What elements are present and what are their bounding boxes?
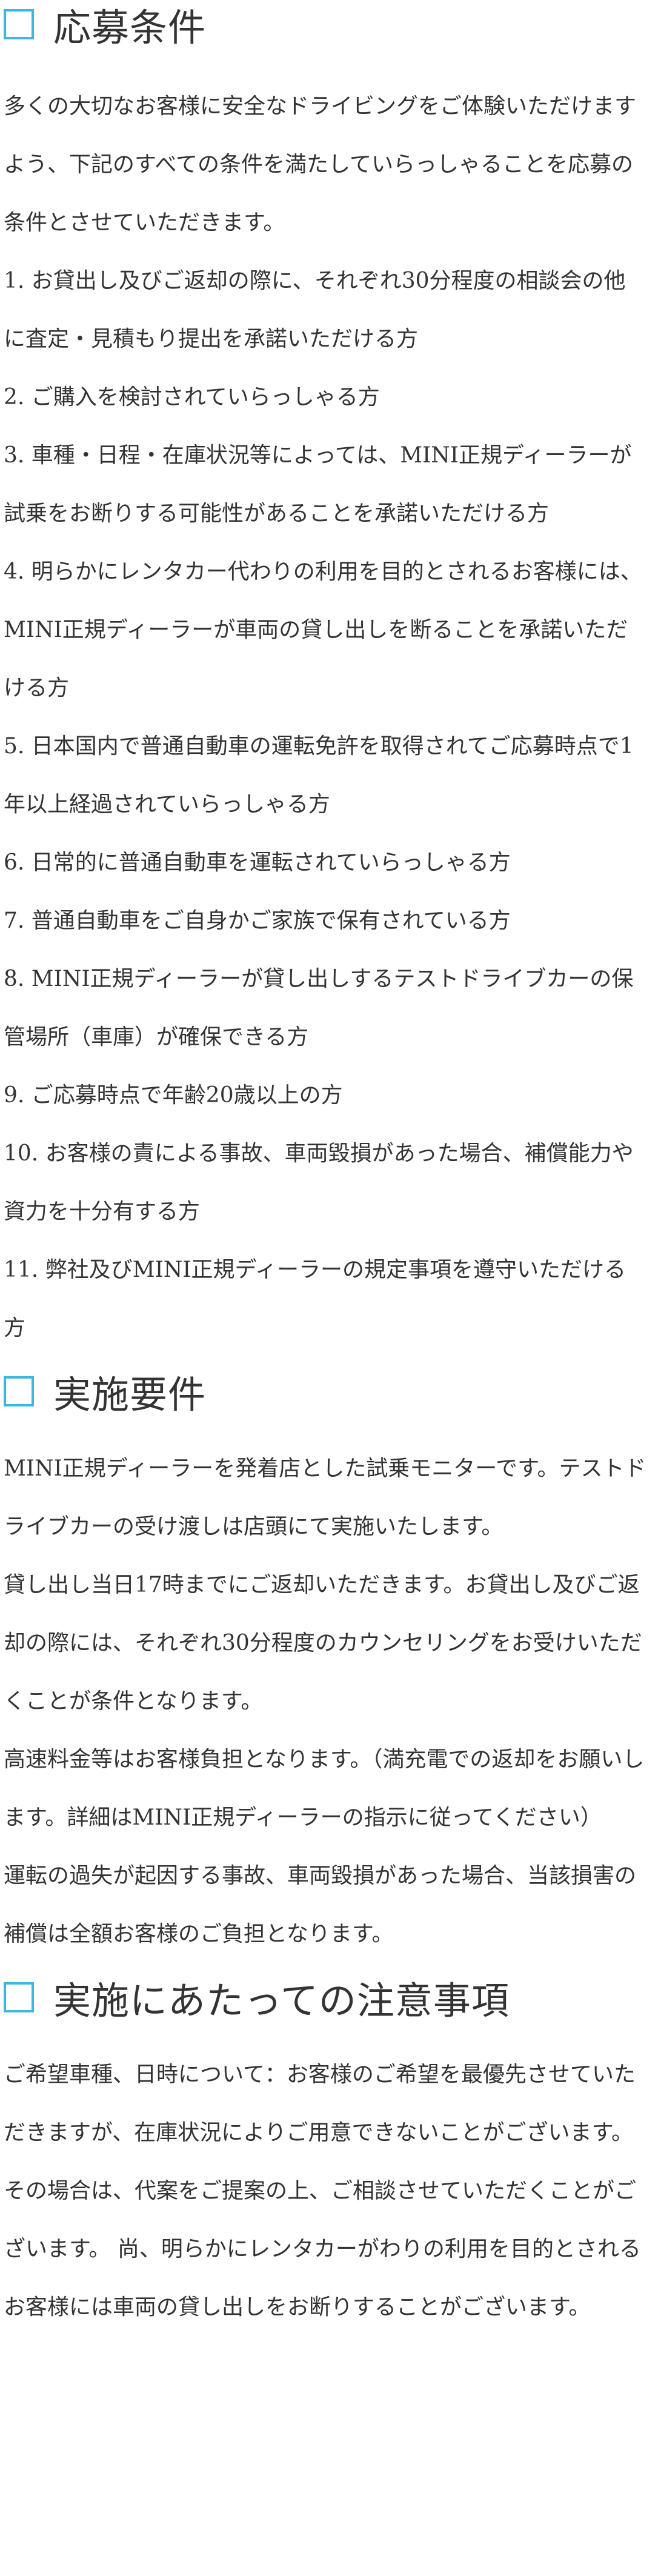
list-item: 7. 普通自動車をご自身かご家族で保有されている方	[4, 908, 511, 933]
heading-text: 実施要件	[53, 1373, 207, 1417]
heading-text: 実施にあたっての注意事項	[53, 1979, 510, 2023]
body-paragraph: 運転の過失が起因する事故、車両毀損があった場合、当該損害の補償は全額お客様のご負…	[4, 1863, 637, 1946]
requirements-body: MINI正規ディーラーを発着店とした試乗モニターです。テストドライブカーの受け渡…	[4, 1440, 647, 1963]
list-item: 9. ご応募時点で年齢20歳以上の方	[4, 1083, 343, 1108]
page: 応募条件 多くの大切なお客様に安全なドライビングをご体験いただけますよう、下記の…	[0, 0, 658, 2337]
body-paragraph: その場合は、代案をご提案の上、ご相談させていただくことがございます。 尚、明らか…	[4, 2178, 641, 2320]
list-item: 4. 明らかにレンタカー代わりの利用を目的とされるお客様には、MINI正規ディー…	[4, 559, 642, 701]
body-paragraph: 貸し出し当日17時までにご返却いただきます。お貸出し及びご返却の際には、それぞれ…	[4, 1573, 642, 1714]
list-item: 1. お貸出し及びご返却の際に、それぞれ30分程度の相談会の他に査定・見積もり提…	[4, 268, 626, 351]
body-paragraph: 高速料金等はお客様負担となります。（満充電での返却をお願いします。詳細はMINI…	[4, 1747, 645, 1830]
intro-paragraph: 多くの大切なお客様に安全なドライビングをご体験いただけますよう、下記のすべての条…	[4, 94, 637, 235]
heading-text: 応募条件	[53, 5, 207, 50]
section-heading-precautions: 実施にあたっての注意事項	[4, 1963, 647, 2031]
list-item: 6. 日常的に普通自動車を運転されていらっしゃる方	[4, 850, 511, 875]
list-item: 2. ご購入を検討されていらっしゃる方	[4, 385, 380, 410]
square-outline-icon	[4, 9, 34, 39]
list-item: 3. 車種・日程・在庫状況等によっては、MINI正規ディーラーが試乗をお断りする…	[4, 443, 632, 526]
list-item: 5. 日本国内で普通自動車の運転免許を取得されてご応募時点で1年以上経過されてい…	[4, 734, 634, 817]
section-heading-implementation-requirements: 実施要件	[4, 1357, 647, 1425]
list-item: 11. 弊社及びMINI正規ディーラーの規定事項を遵守いただける方	[4, 1257, 626, 1340]
square-outline-icon	[4, 1982, 34, 2012]
conditions-list: 1. お貸出し及びご返却の際に、それぞれ30分程度の相談会の他に査定・見積もり提…	[4, 252, 647, 1357]
body-paragraph: ご希望車種、日時について：お客様のご希望を最優先させていただきますが、在庫状況に…	[4, 2062, 636, 2145]
list-item: 8. MINI正規ディーラーが貸し出しするテストドライブカーの保管場所（車庫）が…	[4, 967, 634, 1050]
list-item: 10. お客様の責による事故、車両毀損があった場合、補償能力や資力を十分有する方	[4, 1141, 634, 1224]
square-outline-icon	[4, 1376, 34, 1406]
body-paragraph: MINI正規ディーラーを発着店とした試乗モニターです。テストドライブカーの受け渡…	[4, 1456, 646, 1539]
precautions-body: ご希望車種、日時について：お客様のご希望を最優先させていただきますが、在庫状況に…	[4, 2046, 647, 2337]
section-heading-application-conditions: 応募条件	[4, 0, 647, 50]
